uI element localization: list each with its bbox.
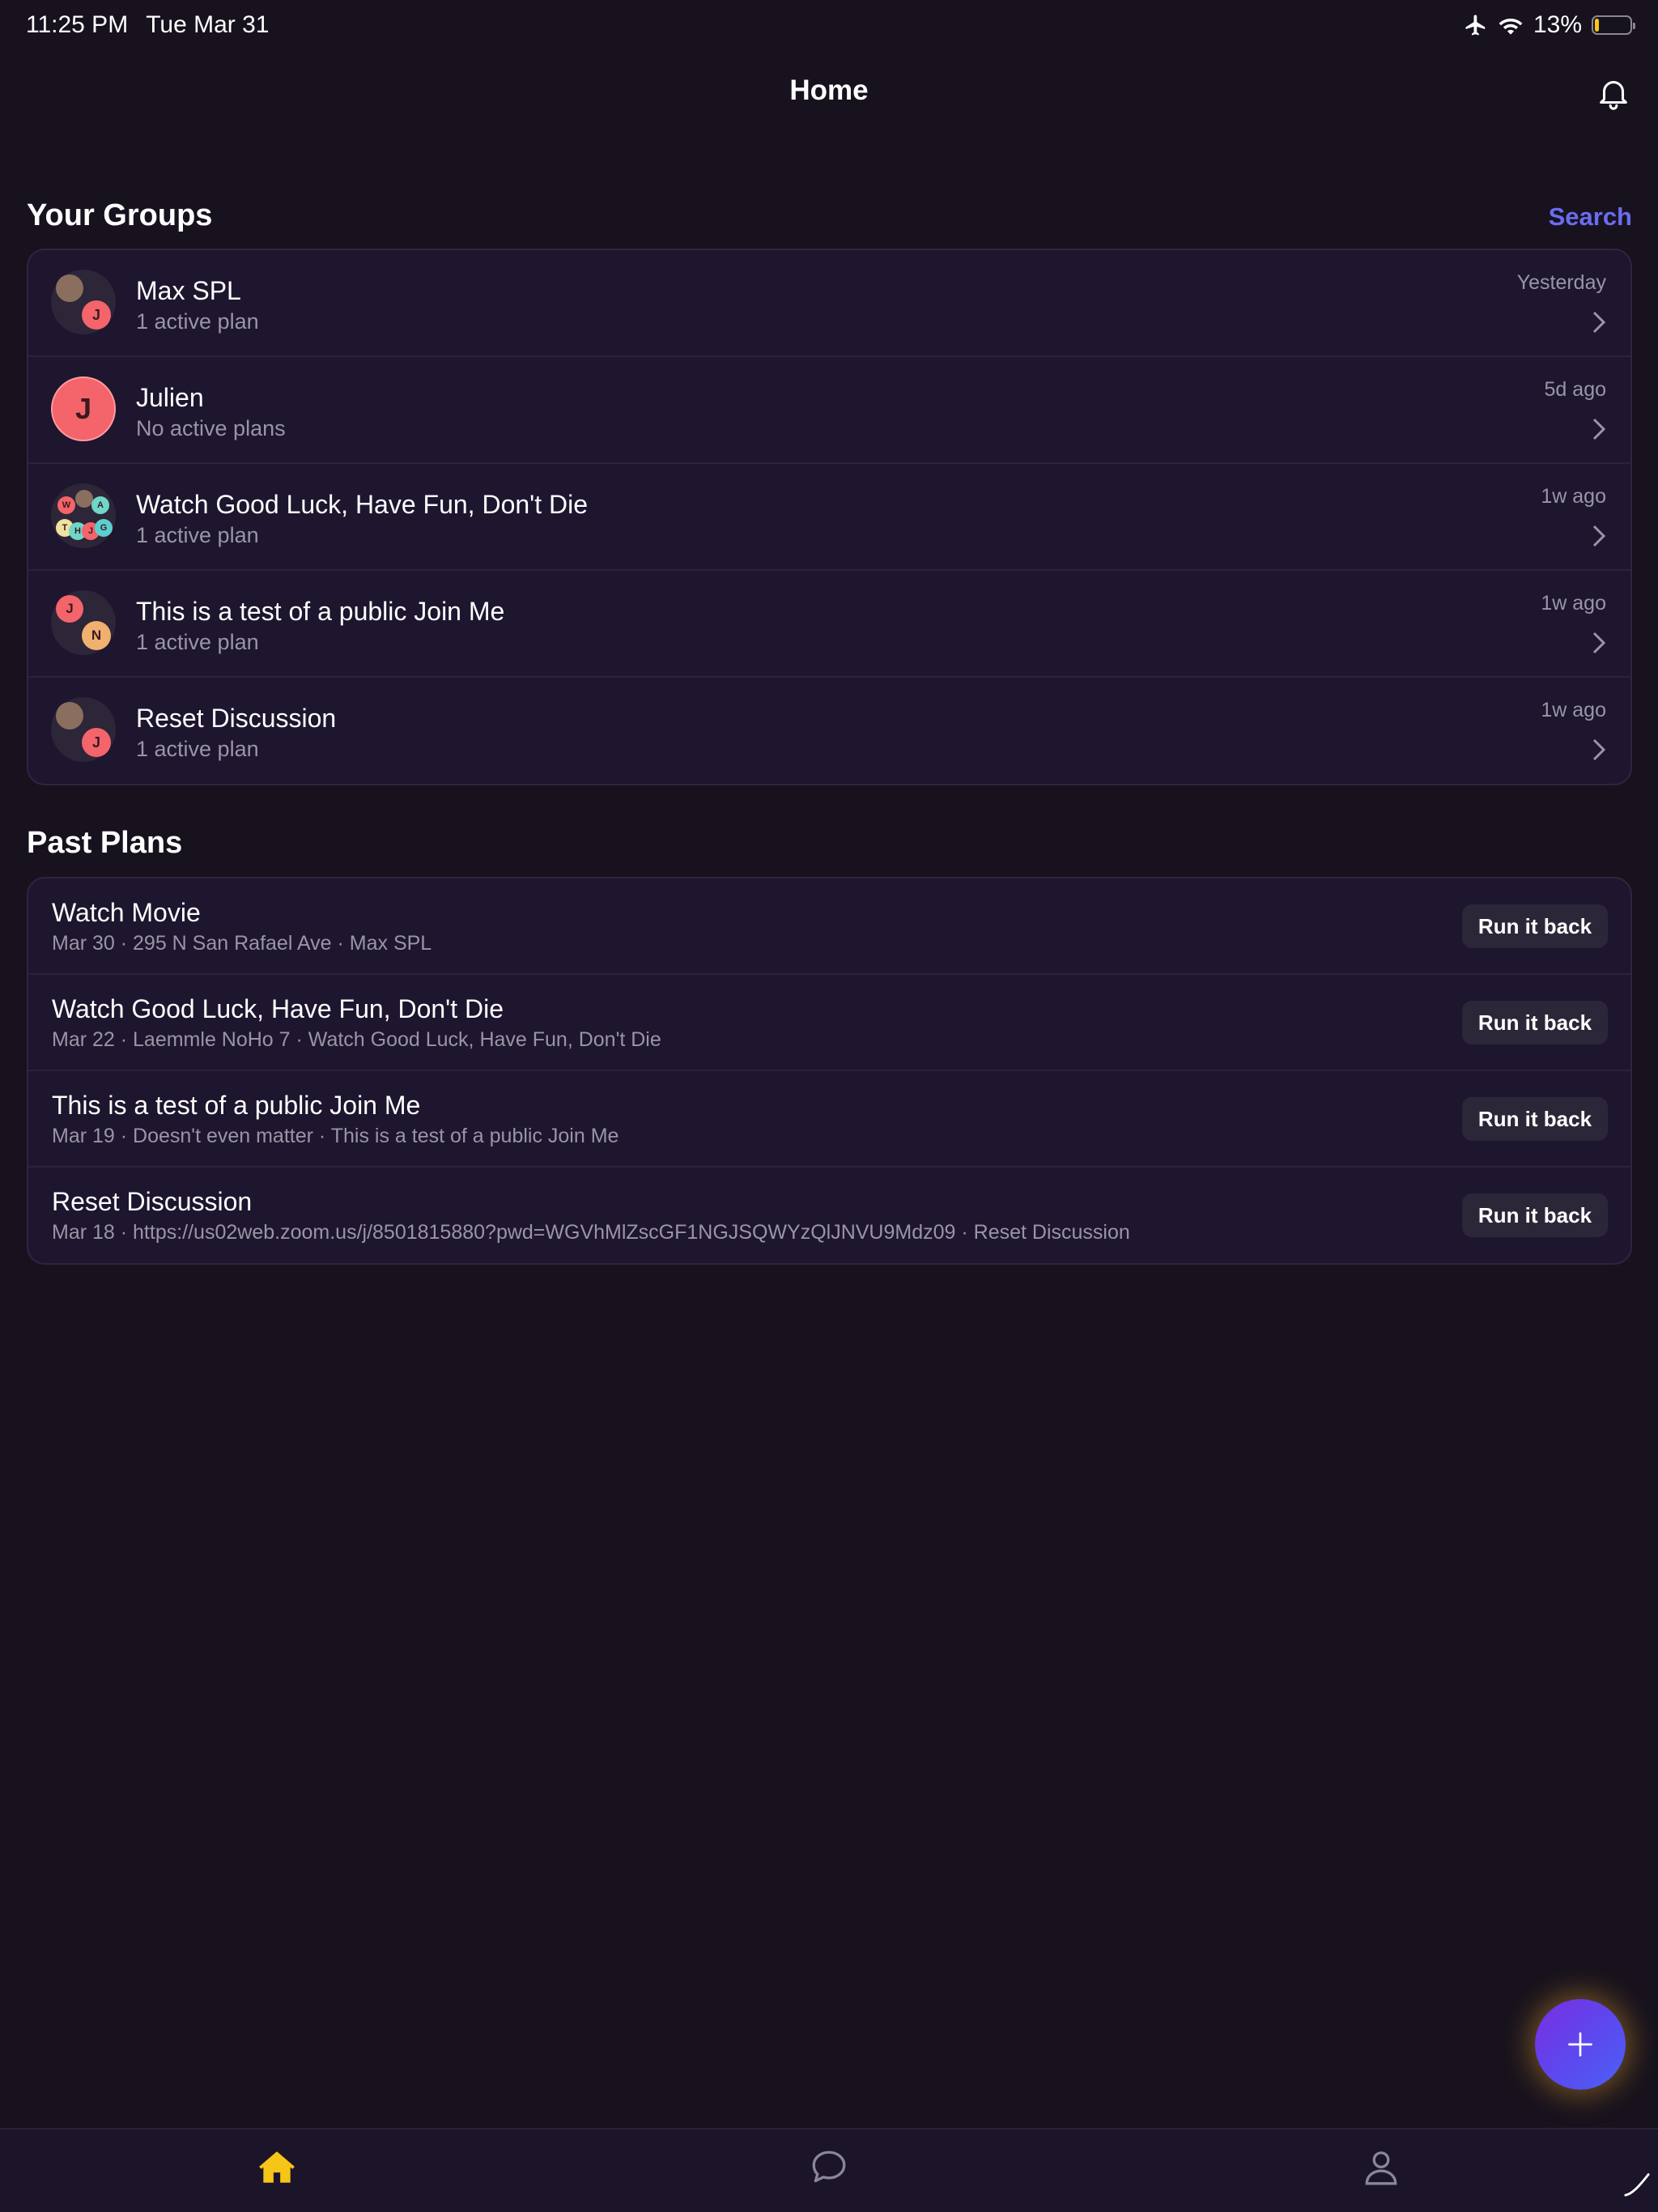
initial-avatar: J bbox=[82, 728, 111, 757]
group-name: Julien bbox=[136, 383, 204, 412]
photo-avatar bbox=[56, 274, 83, 302]
member-avatar: G bbox=[95, 519, 113, 537]
plan-row[interactable]: Watch Movie Mar 30 · 295 N San Rafael Av… bbox=[28, 878, 1630, 975]
group-avatar: J bbox=[51, 270, 116, 334]
wifi-icon bbox=[1499, 19, 1523, 35]
run-it-back-button[interactable]: Run it back bbox=[1462, 1097, 1608, 1141]
status-date: Tue Mar 31 bbox=[146, 11, 270, 38]
group-avatar: J bbox=[51, 697, 116, 762]
group-time: 1w ago bbox=[1541, 699, 1606, 721]
avatar-initial: J bbox=[74, 392, 92, 425]
group-row-julien[interactable]: J Julien No active plans 5d ago bbox=[28, 357, 1630, 464]
plan-row[interactable]: This is a test of a public Join Me Mar 1… bbox=[28, 1071, 1630, 1168]
initial-avatar: J bbox=[56, 595, 83, 623]
chat-icon[interactable] bbox=[809, 2147, 849, 2188]
pencil-stroke-icon bbox=[1624, 2173, 1650, 2197]
battery-icon bbox=[1592, 15, 1635, 35]
groups-list: J Max SPL 1 active plan Yesterday J Juli… bbox=[27, 249, 1632, 785]
chevron-right-icon bbox=[1592, 738, 1606, 761]
member-avatar: A bbox=[91, 496, 109, 514]
battery-percent: 13% bbox=[1533, 11, 1582, 38]
plan-details: Mar 18 · https://us02web.zoom.us/j/85018… bbox=[52, 1221, 1130, 1244]
plan-title: Reset Discussion bbox=[52, 1187, 253, 1216]
past-plans-section-title: Past Plans bbox=[27, 826, 183, 860]
initial-avatar: J bbox=[82, 300, 111, 330]
home-icon[interactable] bbox=[257, 2147, 297, 2188]
group-row-watch-good-luck[interactable]: W A T H J G Watch Good Luck, Have Fun, D… bbox=[28, 464, 1630, 571]
group-name: This is a test of a public Join Me bbox=[136, 597, 505, 626]
profile-icon[interactable] bbox=[1361, 2147, 1401, 2188]
group-row-public-join-me[interactable]: J N This is a test of a public Join Me 1… bbox=[28, 571, 1630, 678]
plan-title: Watch Movie bbox=[52, 898, 201, 927]
chevron-right-icon bbox=[1592, 632, 1606, 654]
group-avatar: J N bbox=[51, 590, 116, 655]
notification-bell-icon[interactable] bbox=[1595, 74, 1632, 112]
past-plans-list: Watch Movie Mar 30 · 295 N San Rafael Av… bbox=[27, 877, 1632, 1265]
group-time: Yesterday bbox=[1516, 271, 1606, 294]
group-time: 5d ago bbox=[1544, 378, 1606, 401]
tab-bar bbox=[0, 2128, 1658, 2212]
plan-row[interactable]: Watch Good Luck, Have Fun, Don't Die Mar… bbox=[28, 975, 1630, 1071]
plan-row[interactable]: Reset Discussion Mar 18 · https://us02we… bbox=[28, 1168, 1630, 1263]
photo-avatar bbox=[56, 702, 83, 730]
group-row-max-spl[interactable]: J Max SPL 1 active plan Yesterday bbox=[28, 250, 1630, 357]
groups-section-title: Your Groups bbox=[27, 198, 213, 232]
chevron-right-icon bbox=[1592, 418, 1606, 440]
run-it-back-button[interactable]: Run it back bbox=[1462, 904, 1608, 948]
create-plan-button[interactable] bbox=[1535, 1999, 1626, 2090]
member-avatar bbox=[75, 490, 93, 508]
status-time: 11:25 PM bbox=[26, 11, 129, 38]
battery-level bbox=[1595, 19, 1600, 32]
page-title: Home bbox=[789, 74, 869, 106]
group-subtitle: 1 active plan bbox=[136, 309, 259, 334]
group-name: Reset Discussion bbox=[136, 704, 337, 733]
airplane-icon bbox=[1465, 15, 1486, 36]
search-button[interactable]: Search bbox=[1549, 202, 1632, 232]
group-time: 1w ago bbox=[1541, 592, 1606, 615]
group-subtitle: 1 active plan bbox=[136, 737, 259, 761]
group-row-reset-discussion[interactable]: J Reset Discussion 1 active plan 1w ago bbox=[28, 678, 1630, 784]
group-subtitle: No active plans bbox=[136, 416, 286, 440]
member-avatar: W bbox=[57, 496, 75, 514]
plan-details: Mar 30 · 295 N San Rafael Ave · Max SPL bbox=[52, 932, 432, 955]
plan-title: This is a test of a public Join Me bbox=[52, 1091, 421, 1120]
run-it-back-button[interactable]: Run it back bbox=[1462, 1193, 1608, 1237]
group-subtitle: 1 active plan bbox=[136, 630, 259, 654]
group-avatar: W A T H J G bbox=[51, 483, 116, 548]
chevron-right-icon bbox=[1592, 311, 1606, 334]
group-name: Watch Good Luck, Have Fun, Don't Die bbox=[136, 490, 589, 519]
group-avatar: J bbox=[51, 376, 116, 441]
plan-title: Watch Good Luck, Have Fun, Don't Die bbox=[52, 994, 504, 1023]
run-it-back-button[interactable]: Run it back bbox=[1462, 1001, 1608, 1044]
group-name: Max SPL bbox=[136, 276, 241, 305]
plan-details: Mar 19 · Doesn't even matter · This is a… bbox=[52, 1125, 619, 1147]
group-time: 1w ago bbox=[1541, 485, 1606, 508]
group-subtitle: 1 active plan bbox=[136, 523, 259, 547]
plus-icon bbox=[1568, 2032, 1592, 2057]
status-bar: 11:25 PM Tue Mar 31 13% bbox=[0, 0, 1658, 52]
plan-details: Mar 22 · Laemmle NoHo 7 · Watch Good Luc… bbox=[52, 1028, 661, 1051]
chevron-right-icon bbox=[1592, 525, 1606, 547]
initial-avatar: N bbox=[82, 621, 111, 650]
